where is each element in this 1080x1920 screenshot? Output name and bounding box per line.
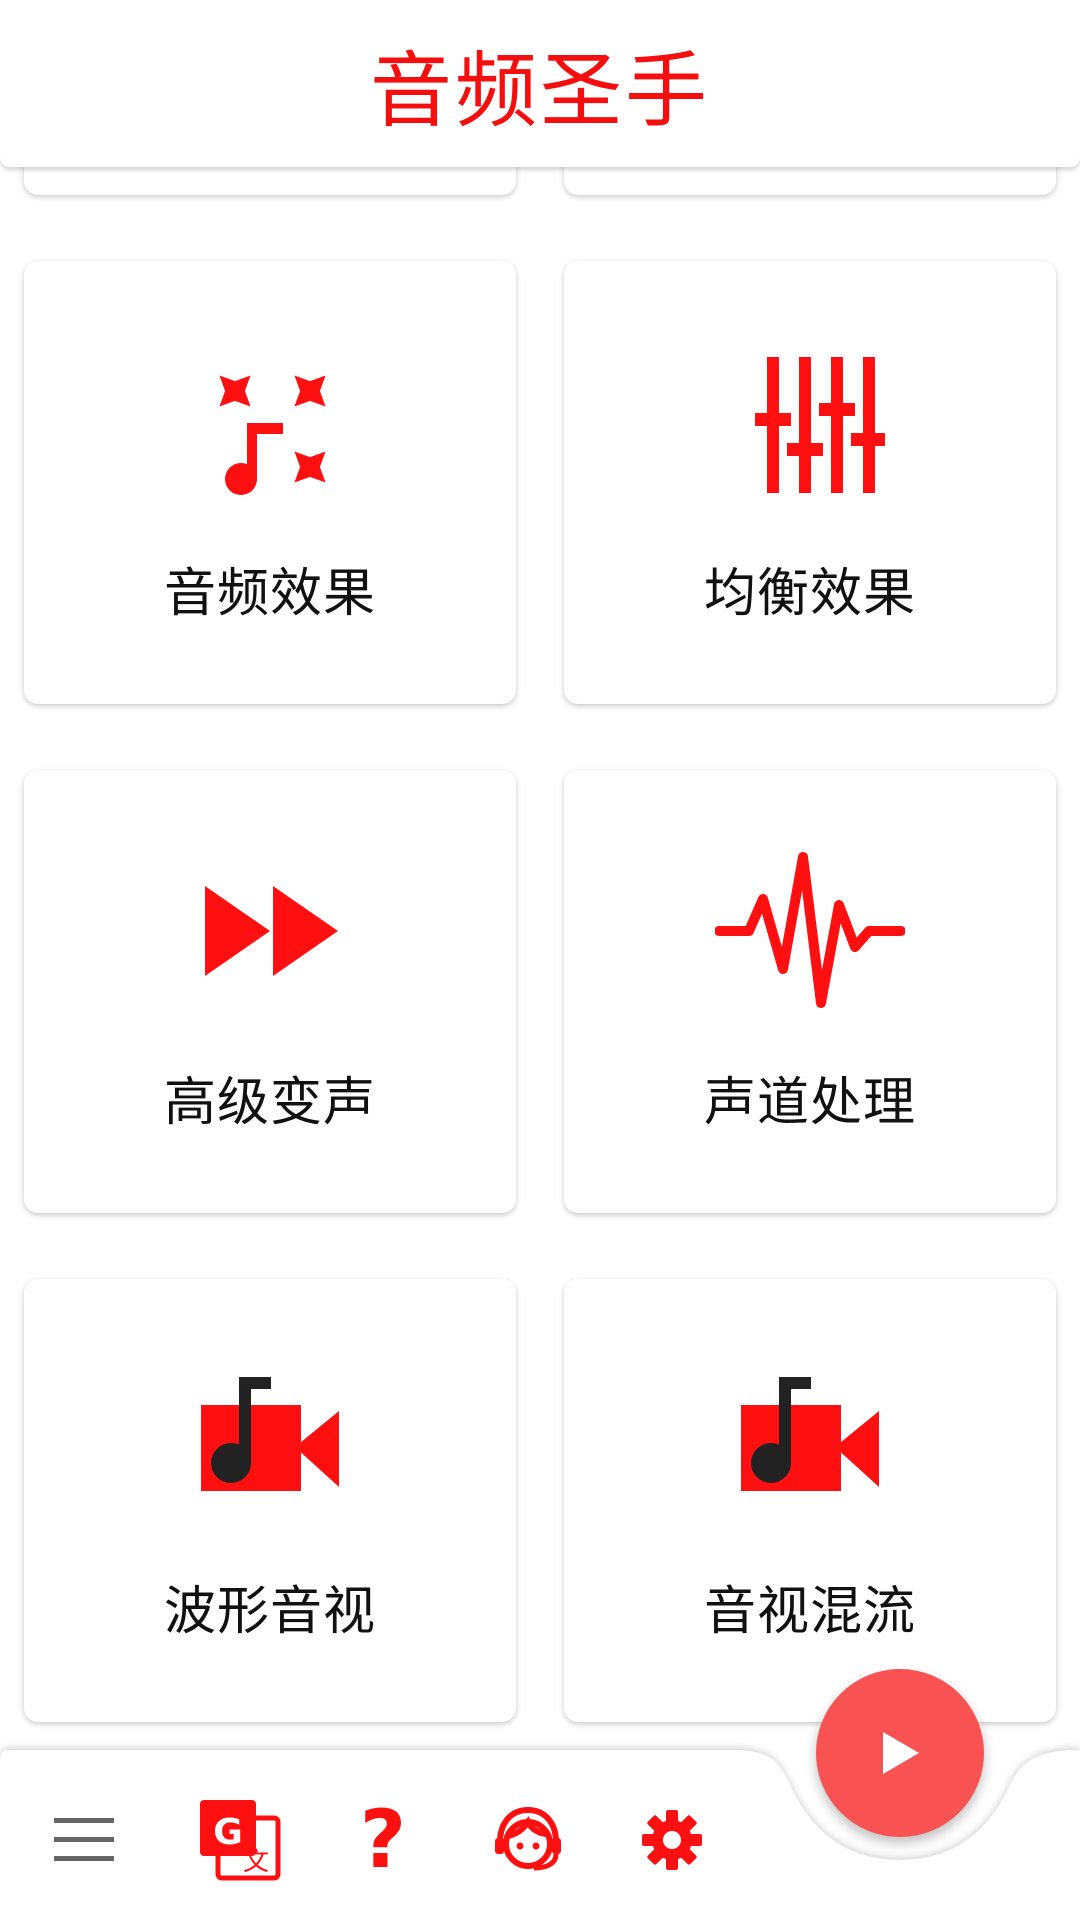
- play-fab[interactable]: [816, 1669, 984, 1837]
- card-label: 均衡效果: [703, 564, 916, 624]
- support-button[interactable]: [478, 1790, 578, 1890]
- equalizer-icon: [735, 347, 885, 497]
- app-header: 音频圣手: [0, 0, 1080, 167]
- card-label: 高级变声: [163, 1073, 376, 1133]
- support-agent-icon: [495, 1806, 561, 1871]
- music-video-icon: [735, 1365, 885, 1515]
- sparkle-music-icon: [195, 347, 345, 497]
- svg-text:文: 文: [243, 1847, 269, 1877]
- svg-text:G: G: [213, 1812, 243, 1853]
- app-title: 音频圣手: [369, 44, 710, 139]
- card-equalizer[interactable]: 均衡效果: [564, 261, 1056, 704]
- card-label: 音视混流: [703, 1582, 916, 1642]
- settings-icon: [642, 1810, 702, 1870]
- menu-icon: [54, 1818, 114, 1861]
- music-video-icon: [195, 1365, 345, 1515]
- card-av-mix[interactable]: 音视混流: [564, 1279, 1056, 1722]
- translate-button[interactable]: G 文: [190, 1790, 290, 1890]
- fast-forward-icon: [195, 856, 345, 1006]
- help-button[interactable]: ?: [333, 1790, 433, 1890]
- settings-button[interactable]: [622, 1790, 722, 1890]
- waveform-icon: [715, 852, 905, 1008]
- menu-button[interactable]: [34, 1790, 134, 1890]
- help-icon: ?: [359, 1793, 407, 1886]
- card-voice-changer[interactable]: 高级变声: [24, 770, 516, 1213]
- translate-icon: G 文: [200, 1800, 281, 1881]
- card-channel-processing[interactable]: 声道处理: [564, 770, 1056, 1213]
- card-waveform-video[interactable]: 波形音视: [24, 1279, 516, 1722]
- card-label: 波形音视: [163, 1582, 376, 1642]
- play-icon: [883, 1732, 919, 1774]
- card-label: 音频效果: [163, 564, 376, 624]
- card-audio-effects[interactable]: 音频效果: [24, 261, 516, 704]
- card-label: 声道处理: [703, 1073, 916, 1133]
